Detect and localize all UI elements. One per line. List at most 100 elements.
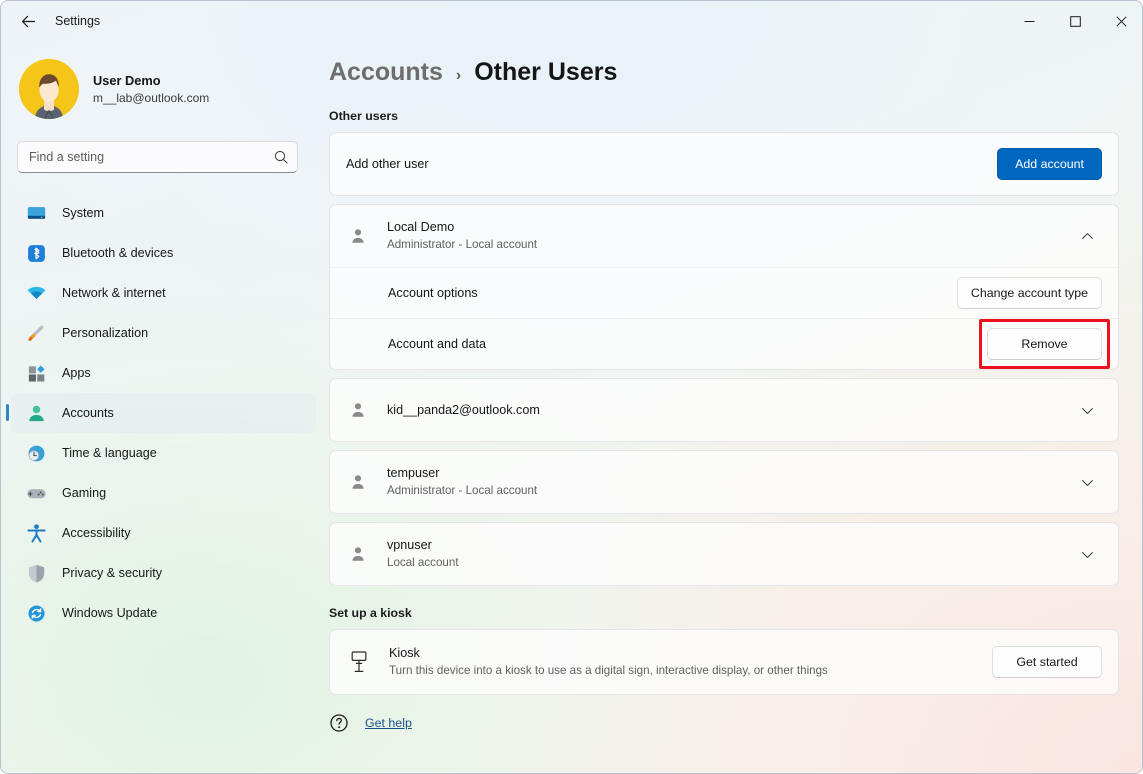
title-bar: Settings	[1, 1, 1142, 41]
user-icon	[346, 398, 370, 422]
account-name: Local Demo	[387, 220, 455, 234]
kiosk-heading: Set up a kiosk	[329, 606, 412, 620]
account-detail: Local account	[387, 556, 459, 569]
account-card-vpnuser: vpnuser Local account	[329, 522, 1119, 586]
search-input[interactable]	[18, 142, 297, 172]
sidebar-item-label: Personalization	[62, 326, 149, 340]
sidebar-item-label: Time & language	[62, 446, 157, 460]
account-row-header[interactable]: Local Demo Administrator - Local account	[330, 205, 1118, 267]
chevron-down-icon[interactable]	[1072, 395, 1102, 425]
sidebar-item-network-internet[interactable]: Network & internet	[11, 273, 316, 313]
account-card-tempuser: tempuser Administrator - Local account	[329, 450, 1119, 514]
profile-name: User Demo	[93, 72, 161, 88]
user-icon	[346, 224, 370, 248]
account-card-kid-panda2: kid__panda2@outlook.com	[329, 378, 1119, 442]
settings-window: Settings User Demo m__lab@outlook.com Fi…	[0, 0, 1143, 774]
minimize-button[interactable]	[1006, 1, 1052, 41]
add-other-user-label: Add other user	[346, 156, 429, 171]
sidebar-item-label: Gaming	[62, 486, 107, 500]
change-account-type-button[interactable]: Change account type	[956, 277, 1102, 309]
profile-text: User Demo m__lab@outlook.com	[93, 72, 209, 107]
clock-globe-icon	[25, 442, 47, 464]
sidebar-item-gaming[interactable]: Gaming	[11, 473, 316, 513]
sidebar-item-personalization[interactable]: Personalization	[11, 313, 316, 353]
sidebar-item-bluetooth-devices[interactable]: Bluetooth & devices	[11, 233, 316, 273]
sidebar-item-windows-update[interactable]: Windows Update	[11, 593, 316, 633]
account-row-header[interactable]: vpnuser Local account	[330, 523, 1118, 585]
chevron-down-icon[interactable]	[1072, 467, 1102, 497]
gamepad-icon	[25, 482, 47, 504]
window-title: Settings	[55, 14, 101, 28]
sidebar-item-apps[interactable]: Apps	[11, 353, 316, 393]
breadcrumb: Accounts › Other Users	[329, 58, 1142, 87]
remove-button-highlight: Remove	[979, 319, 1110, 369]
sidebar-item-accounts[interactable]: Accounts	[6, 393, 316, 433]
shield-icon	[25, 562, 47, 584]
sidebar-item-label: System	[62, 206, 104, 220]
window-controls	[1006, 1, 1142, 41]
chevron-up-icon[interactable]	[1072, 221, 1102, 251]
avatar-illustration-icon	[19, 59, 79, 119]
accessibility-icon	[25, 522, 47, 544]
sidebar-item-accessibility[interactable]: Accessibility	[11, 513, 316, 553]
add-other-user-row: Add other user Add account	[330, 133, 1118, 195]
kiosk-title: Kiosk	[389, 646, 420, 660]
sidebar-item-label: Accessibility	[62, 526, 131, 540]
kiosk-icon	[346, 649, 372, 675]
account-name: tempuser	[387, 466, 440, 480]
user-icon	[346, 542, 370, 566]
get-help-link[interactable]: Get help	[365, 716, 412, 730]
account-row-header[interactable]: kid__panda2@outlook.com	[330, 379, 1118, 441]
account-texts: tempuser Administrator - Local account	[387, 465, 537, 499]
sidebar-item-system[interactable]: System	[11, 193, 316, 233]
maximize-icon	[1069, 15, 1081, 27]
sidebar-item-label: Apps	[62, 366, 91, 380]
other-users-heading: Other users	[329, 109, 399, 123]
account-and-data-row: Account and data Remove	[330, 318, 1118, 369]
avatar	[19, 59, 79, 119]
account-card-local-demo: Local Demo Administrator - Local account…	[329, 204, 1119, 370]
account-detail: Administrator - Local account	[387, 238, 538, 251]
sidebar-item-label: Accounts	[62, 406, 114, 420]
profile-section[interactable]: User Demo m__lab@outlook.com	[19, 59, 321, 119]
sidebar-item-label: Privacy & security	[62, 566, 163, 580]
sidebar-item-label: Windows Update	[62, 606, 158, 620]
refresh-icon	[25, 602, 47, 624]
apps-icon	[25, 362, 47, 384]
account-texts: vpnuser Local account	[387, 537, 459, 571]
account-texts: Local Demo Administrator - Local account	[387, 219, 537, 253]
kiosk-row: Kiosk Turn this device into a kiosk to u…	[330, 630, 1118, 694]
get-started-button[interactable]: Get started	[992, 646, 1102, 678]
bluetooth-icon	[25, 242, 47, 264]
main-content: Accounts › Other Users Other users Add o…	[321, 41, 1142, 773]
account-and-data-label: Account and data	[388, 336, 487, 351]
remove-button[interactable]: Remove	[987, 328, 1102, 360]
back-arrow-icon	[21, 15, 35, 27]
get-help-row[interactable]: Get help	[329, 713, 1142, 733]
add-other-user-card: Add other user Add account	[329, 132, 1119, 196]
breadcrumb-parent[interactable]: Accounts	[329, 58, 443, 87]
account-options-row: Account options Change account type	[330, 267, 1118, 318]
account-options-label: Account options	[388, 285, 478, 300]
minimize-icon	[1024, 20, 1034, 22]
back-button[interactable]	[11, 6, 45, 36]
search-box[interactable]	[17, 141, 298, 173]
search-icon	[273, 149, 289, 165]
page-title: Other Users	[474, 58, 618, 86]
close-icon	[1115, 15, 1127, 27]
monitor-icon	[25, 202, 47, 224]
add-account-button[interactable]: Add account	[997, 148, 1102, 180]
sidebar: User Demo m__lab@outlook.com Find a sett…	[1, 41, 321, 773]
account-detail: Administrator - Local account	[387, 484, 538, 497]
chevron-down-icon[interactable]	[1072, 539, 1102, 569]
sidebar-item-time-language[interactable]: Time & language	[11, 433, 316, 473]
kiosk-card: Kiosk Turn this device into a kiosk to u…	[329, 629, 1119, 695]
sidebar-nav: System Bluetooth & devices Network & int…	[1, 193, 321, 633]
close-button[interactable]	[1098, 1, 1142, 41]
sidebar-item-privacy-security[interactable]: Privacy & security	[11, 553, 316, 593]
profile-email: m__lab@outlook.com	[93, 90, 210, 105]
account-name: kid__panda2@outlook.com	[387, 402, 540, 417]
sidebar-item-label: Network & internet	[62, 286, 166, 300]
account-row-header[interactable]: tempuser Administrator - Local account	[330, 451, 1118, 513]
maximize-button[interactable]	[1052, 1, 1098, 41]
